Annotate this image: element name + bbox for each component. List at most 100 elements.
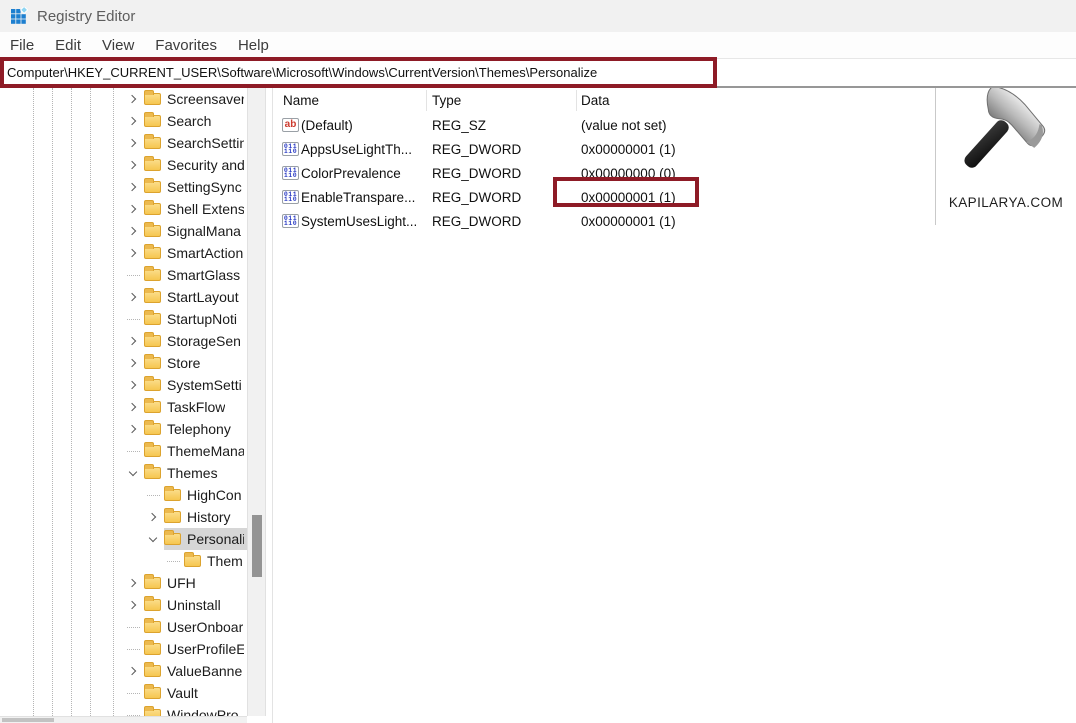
chevron-right-icon[interactable] [126, 598, 140, 612]
chevron-right-icon[interactable] [146, 510, 160, 524]
chevron-right-icon[interactable] [126, 158, 140, 172]
tree-key[interactable]: ThemeMana [144, 440, 247, 462]
tree-selected-key[interactable]: Personali [164, 528, 247, 550]
chevron-right-icon[interactable] [126, 180, 140, 194]
scrollbar-thumb[interactable] [2, 718, 54, 722]
chevron-right-icon[interactable] [126, 246, 140, 260]
tree-key[interactable]: UserOnboar [144, 616, 247, 638]
tree-key[interactable]: StartupNoti [144, 308, 247, 330]
scrollbar-thumb[interactable] [252, 515, 262, 577]
chevron-right-icon[interactable] [126, 224, 140, 238]
tree-row-searchsettin[interactable]: SearchSettin [0, 132, 247, 154]
chevron-right-icon[interactable] [126, 334, 140, 348]
chevron-right-icon[interactable] [126, 114, 140, 128]
tree-row-history[interactable]: History [0, 506, 247, 528]
tree-key[interactable]: StartLayout [144, 286, 247, 308]
tree-vertical-scrollbar[interactable] [247, 88, 266, 716]
tree-row-themes[interactable]: Themes [0, 462, 247, 484]
tree-key[interactable]: Them [184, 550, 247, 572]
tree-row-shell-extens[interactable]: Shell Extens [0, 198, 247, 220]
tree-row-them[interactable]: Them [0, 550, 247, 572]
menu-item-help[interactable]: Help [236, 36, 271, 55]
tree-key[interactable]: Security and [144, 154, 247, 176]
chevron-right-icon[interactable] [126, 290, 140, 304]
tree-row-taskflow[interactable]: TaskFlow [0, 396, 247, 418]
tree-row-settingsync[interactable]: SettingSync [0, 176, 247, 198]
tree-row-valuebanne[interactable]: ValueBanne [0, 660, 247, 682]
tree-key[interactable]: SystemSetti [144, 374, 247, 396]
tree-row-telephony[interactable]: Telephony [0, 418, 247, 440]
reg-sz-icon: ab [282, 118, 299, 132]
tree-row-startupnoti[interactable]: StartupNoti [0, 308, 247, 330]
tree-item-label: UserProfileE [167, 641, 244, 657]
chevron-right-icon[interactable] [126, 664, 140, 678]
chevron-right-icon[interactable] [126, 378, 140, 392]
tree-key[interactable]: SmartAction [144, 242, 247, 264]
chevron-right-icon[interactable] [126, 422, 140, 436]
value-name: AppsUseLightTh... [301, 137, 427, 161]
tree-row-systemsetti[interactable]: SystemSetti [0, 374, 247, 396]
tree-row-security-and[interactable]: Security and [0, 154, 247, 176]
tree-row-smartaction[interactable]: SmartAction [0, 242, 247, 264]
tree-key[interactable]: History [164, 506, 247, 528]
chevron-down-icon[interactable] [126, 466, 140, 480]
tree-item-label: UserOnboar [167, 619, 243, 635]
tree-row-personali[interactable]: Personali [0, 528, 247, 550]
tree-key[interactable]: Screensaver [144, 88, 247, 110]
tree-row-userprofilee[interactable]: UserProfileE [0, 638, 247, 660]
tree-row-screensaver[interactable]: Screensaver [0, 88, 247, 110]
address-input[interactable]: Computer\HKEY_CURRENT_USER\Software\Micr… [0, 65, 597, 80]
tree-key[interactable]: ValueBanne [144, 660, 247, 682]
tree-row-ufh[interactable]: UFH [0, 572, 247, 594]
chevron-right-icon[interactable] [126, 400, 140, 414]
tree-key[interactable]: StorageSen [144, 330, 247, 352]
tree-key[interactable]: Store [144, 352, 247, 374]
tree-key[interactable]: Vault [144, 682, 247, 704]
tree-item-label: Screensaver [167, 91, 244, 107]
tree-row-signalmana[interactable]: SignalMana [0, 220, 247, 242]
tree-key[interactable]: UserProfileE [144, 638, 247, 660]
tree-row-useronboar[interactable]: UserOnboar [0, 616, 247, 638]
tree-key[interactable]: SearchSettin [144, 132, 247, 154]
menu-item-file[interactable]: File [8, 36, 36, 55]
column-divider[interactable] [426, 90, 427, 111]
tree-row-store[interactable]: Store [0, 352, 247, 374]
chevron-down-icon[interactable] [146, 532, 160, 546]
chevron-right-icon[interactable] [126, 92, 140, 106]
tree-key[interactable]: UFH [144, 572, 247, 594]
tree-key[interactable]: Telephony [144, 418, 247, 440]
tree-key[interactable]: HighCon [164, 484, 247, 506]
tree-key[interactable]: Shell Extens [144, 198, 247, 220]
tree-row-storagesen[interactable]: StorageSen [0, 330, 247, 352]
chevron-right-icon[interactable] [126, 202, 140, 216]
tree-row-vault[interactable]: Vault [0, 682, 247, 704]
column-header-type[interactable]: Type [432, 88, 461, 113]
chevron-right-icon[interactable] [126, 576, 140, 590]
tree-row-startlayout[interactable]: StartLayout [0, 286, 247, 308]
chevron-right-icon[interactable] [126, 356, 140, 370]
tree-key[interactable]: Search [144, 110, 247, 132]
column-header-data[interactable]: Data [581, 88, 610, 113]
chevron-right-icon[interactable] [126, 136, 140, 150]
tree-row-uninstall[interactable]: Uninstall [0, 594, 247, 616]
menu-item-edit[interactable]: Edit [53, 36, 83, 55]
tree-row-thememana[interactable]: ThemeMana [0, 440, 247, 462]
tree-key[interactable]: SignalMana [144, 220, 247, 242]
tree-row-smartglass[interactable]: SmartGlass [0, 264, 247, 286]
tree-key[interactable]: SettingSync [144, 176, 247, 198]
menu-item-view[interactable]: View [100, 36, 136, 55]
dotted-connector [166, 554, 180, 568]
folder-icon [144, 225, 161, 237]
dotted-connector [126, 642, 140, 656]
tree-key[interactable]: Uninstall [144, 594, 247, 616]
menu-item-favorites[interactable]: Favorites [153, 36, 219, 55]
folder-icon [144, 423, 161, 435]
column-header-name[interactable]: Name [283, 88, 319, 113]
tree-key[interactable]: SmartGlass [144, 264, 247, 286]
column-divider[interactable] [576, 90, 577, 111]
tree-row-search[interactable]: Search [0, 110, 247, 132]
tree-horizontal-scrollbar[interactable] [0, 716, 247, 723]
tree-row-highcon[interactable]: HighCon [0, 484, 247, 506]
tree-key[interactable]: Themes [144, 462, 247, 484]
tree-key[interactable]: TaskFlow [144, 396, 247, 418]
